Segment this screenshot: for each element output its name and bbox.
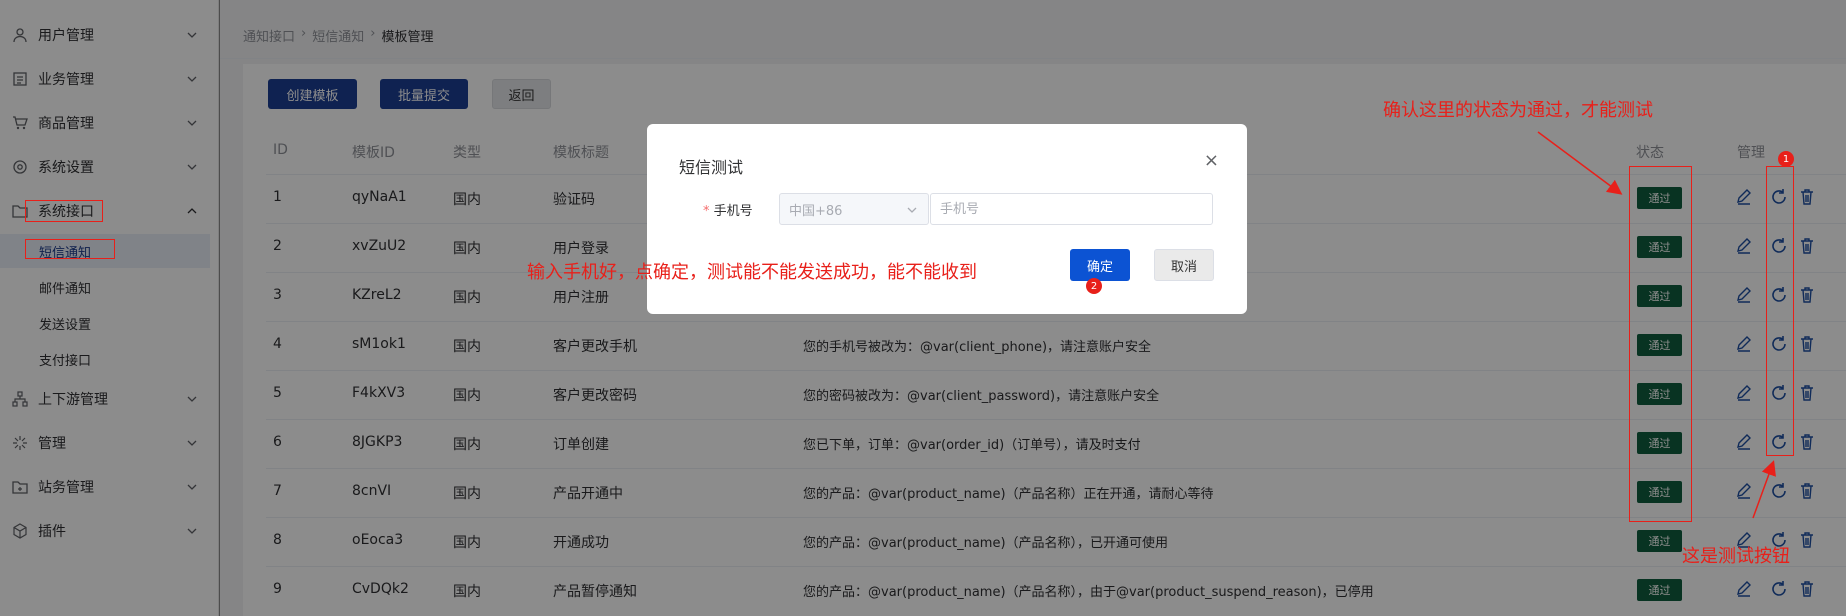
annotation-marker-2: 2 — [1086, 278, 1102, 294]
confirm-button[interactable]: 确定 — [1070, 249, 1130, 281]
required-mark: * — [703, 204, 710, 219]
close-icon[interactable]: × — [1204, 150, 1219, 171]
cancel-button[interactable]: 取消 — [1154, 249, 1214, 281]
country-code-value: 中国+86 — [789, 203, 843, 219]
phone-label-text: 手机号 — [713, 204, 753, 219]
annotation-box-status-column — [1629, 166, 1692, 522]
phone-input[interactable] — [930, 193, 1213, 225]
annotation-box-system-interface — [25, 200, 103, 222]
annotation-input-note: 输入手机好，点确定，测试能不能发送成功，能不能收到 — [527, 262, 977, 283]
chevron-down-icon — [907, 207, 917, 213]
annotation-marker-1: 1 — [1778, 151, 1794, 167]
annotation-button-note: 这是测试按钮 — [1682, 546, 1790, 567]
annotation-status-note: 确认这里的状态为通过，才能测试 — [1383, 100, 1653, 121]
sms-test-dialog: 短信测试 × * 手机号 中国+86 确定 取消 — [647, 124, 1247, 314]
country-code-select[interactable]: 中国+86 — [779, 193, 929, 225]
dialog-title: 短信测试 — [679, 158, 744, 177]
phone-field-label: * 手机号 — [703, 200, 753, 219]
annotation-box-test-buttons — [1766, 166, 1794, 456]
annotation-box-sms-notification — [25, 239, 115, 259]
